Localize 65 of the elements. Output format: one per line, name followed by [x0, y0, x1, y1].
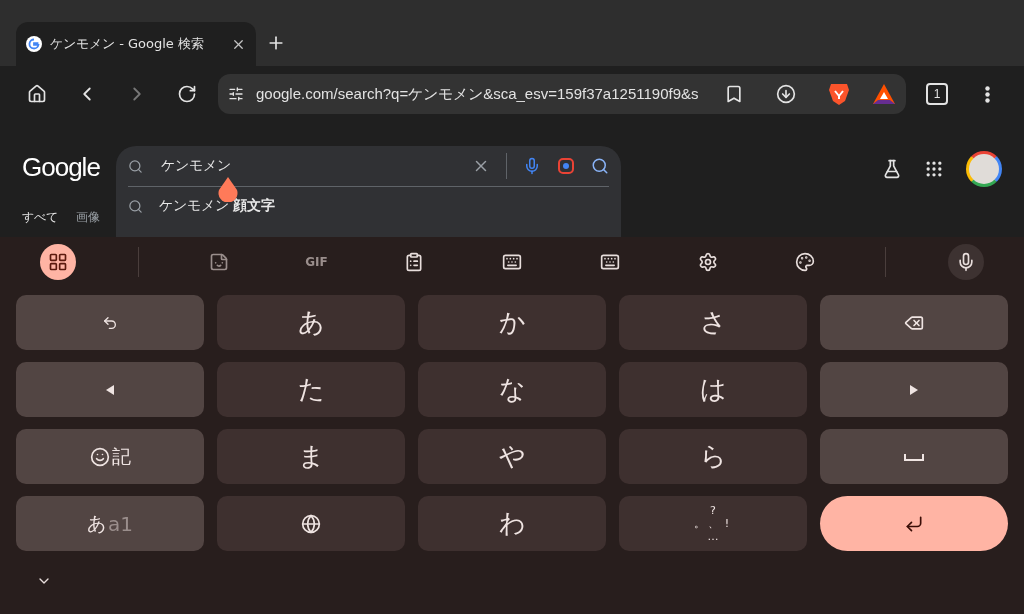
- palette-icon: [795, 252, 816, 272]
- google-logo: Google: [22, 152, 100, 183]
- sticker-icon: [208, 252, 229, 272]
- key[interactable]: さ: [619, 295, 807, 350]
- tab-count-button[interactable]: 1: [926, 83, 948, 105]
- nav-tab[interactable]: すべて: [22, 209, 58, 226]
- search-icon: [128, 198, 143, 214]
- key[interactable]: や: [418, 429, 606, 484]
- download-icon[interactable]: [776, 84, 796, 104]
- bookmark-icon[interactable]: [724, 84, 744, 104]
- key-label: 。: [692, 517, 706, 530]
- toolbar-button[interactable]: [40, 244, 76, 280]
- key-label: …: [706, 530, 720, 543]
- nav-tab[interactable]: 画像: [76, 209, 100, 226]
- key[interactable]: ま: [217, 429, 405, 484]
- key[interactable]: た: [217, 362, 405, 417]
- apps-grid-icon: [48, 252, 68, 272]
- url-text: google.com/search?q=ケンモメン&sca_esv=159f37a1251190f9&s: [256, 84, 700, 104]
- key[interactable]: は: [619, 362, 807, 417]
- key-label: あ: [87, 510, 106, 536]
- key-label: 記: [111, 443, 131, 469]
- right-triangle-icon: [909, 383, 919, 396]
- suggestion-text: ケンモメン 顔文字: [159, 197, 276, 215]
- microphone-icon[interactable]: [523, 157, 541, 175]
- left-triangle-icon: [105, 383, 115, 396]
- globe-icon: [301, 513, 321, 534]
- tab-title: ケンモメン - Google 検索: [50, 35, 205, 53]
- keyboard-icon: [599, 252, 620, 272]
- camera-lens-icon[interactable]: [557, 157, 575, 175]
- key[interactable]: [820, 496, 1008, 551]
- smiley-icon: [89, 446, 110, 467]
- key-label: !: [723, 517, 731, 530]
- reload-icon: [177, 84, 197, 104]
- key[interactable]: か: [418, 295, 606, 350]
- settings-icon: [697, 252, 718, 272]
- keyboard-icon: [502, 252, 522, 272]
- key[interactable]: 記: [16, 429, 204, 484]
- search-icon: [128, 158, 143, 174]
- avatar[interactable]: [966, 151, 1002, 187]
- triangle-logo-icon[interactable]: [872, 83, 896, 105]
- gif-button[interactable]: GIF: [298, 244, 335, 280]
- site-settings-icon[interactable]: [228, 86, 244, 102]
- search-field[interactable]: ケンモメン: [159, 157, 456, 175]
- space-icon: [904, 451, 924, 462]
- suggestion-item[interactable]: ケンモメン 顔文字: [128, 187, 609, 225]
- google-g-icon: [26, 36, 42, 52]
- key[interactable]: わ: [418, 496, 606, 551]
- search-icon[interactable]: [591, 157, 609, 175]
- key-label: a1: [108, 511, 133, 536]
- menu-icon: [984, 85, 990, 103]
- browser-tab[interactable]: ケンモメン - Google 検索: [16, 22, 256, 66]
- undo-icon: [102, 314, 118, 331]
- key[interactable]: あ: [217, 295, 405, 350]
- key[interactable]: あ a1: [16, 496, 204, 551]
- address-bar[interactable]: google.com/search?q=ケンモメン&sca_esv=159f37a1251190f9&s: [218, 74, 906, 114]
- home-icon: [27, 84, 47, 104]
- key-label: 、: [706, 517, 720, 530]
- flask-icon[interactable]: [882, 159, 902, 179]
- key-label: ?: [709, 504, 717, 517]
- toolbar-button[interactable]: [947, 244, 984, 280]
- key[interactable]: ? 。 、 ! …: [619, 496, 807, 551]
- key[interactable]: な: [418, 362, 606, 417]
- clipboard-icon: [404, 252, 425, 272]
- key[interactable]: ら: [619, 429, 807, 484]
- apps-grid-icon[interactable]: [924, 159, 944, 179]
